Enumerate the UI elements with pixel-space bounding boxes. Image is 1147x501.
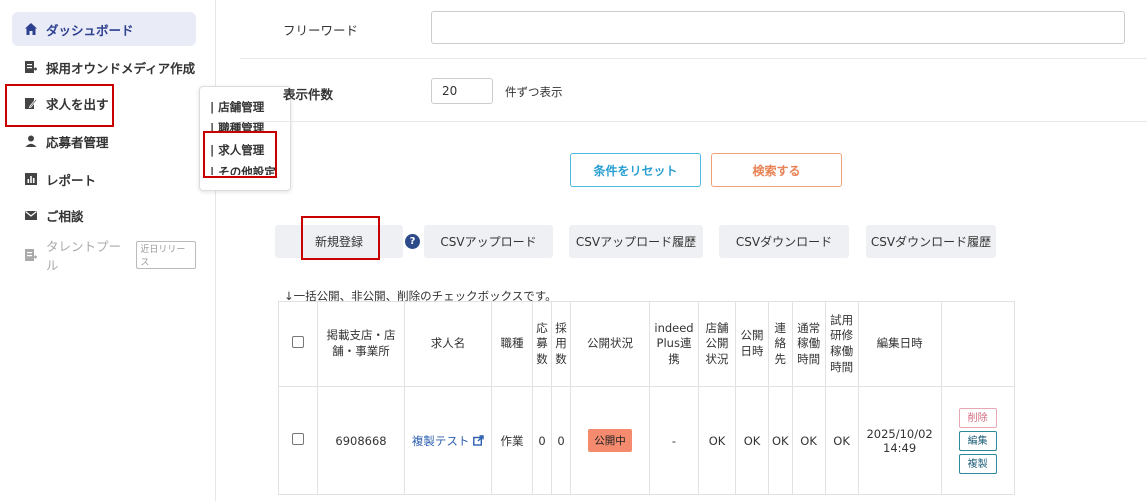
col-status: 公開状況: [570, 301, 650, 387]
jobs-table: 掲載支店・店舗・事業所 求人名 職種 応募数 採用数 公開状況 indeed P…: [278, 301, 1015, 495]
row-checkbox-cell: [278, 386, 318, 495]
table-header-row: 掲載支店・店舗・事業所 求人名 職種 応募数 採用数 公開状況 indeed P…: [278, 301, 1015, 387]
external-link-icon[interactable]: [473, 434, 484, 448]
cell-store-status: OK: [698, 386, 736, 495]
freeword-label: フリーワード: [283, 23, 359, 38]
sidebar-item-post-job[interactable]: 求人を出す: [12, 86, 196, 120]
edit-date: 2025/10/02: [866, 426, 933, 441]
table-row: 6908668 複製テスト 作業 0 0 公開中 - OK OK OK OK O…: [278, 386, 1015, 495]
freeword-input[interactable]: [431, 11, 1125, 44]
edit-time: 14:49: [883, 440, 917, 455]
col-normal-hours: 通常稼働時間: [791, 301, 826, 387]
copy-button[interactable]: 複製: [958, 453, 997, 474]
sidebar-item-media[interactable]: 採用オウンドメディア作成: [12, 50, 196, 84]
col-actions: [940, 301, 1015, 387]
edit-button[interactable]: 編集: [958, 430, 997, 451]
row-checkbox[interactable]: [292, 433, 304, 445]
search-button[interactable]: 検索する: [711, 153, 842, 187]
mail-icon: [24, 208, 38, 222]
cell-job-name: 複製テスト: [404, 386, 492, 495]
col-trial-hours: 試用研修稼働時間: [824, 301, 859, 387]
sidebar-item-talent-pool: タレントプール 近日リリース: [12, 238, 196, 273]
sidebar-item-applicants[interactable]: 応募者管理: [12, 124, 196, 158]
media-icon: [24, 60, 38, 74]
home-icon: [24, 22, 38, 36]
sidebar-item-label: タレントプール: [46, 239, 122, 273]
count-label: 表示件数: [283, 87, 334, 102]
csv-upload-history-button[interactable]: CSVアップロード履歴: [569, 225, 703, 258]
status-badge[interactable]: 公開中: [588, 429, 632, 452]
col-contact: 連絡先: [768, 301, 793, 387]
talent-icon: [24, 248, 38, 262]
submenu-item-other[interactable]: | その他設定: [210, 164, 276, 175]
col-applies: 応募数: [532, 301, 552, 387]
col-category: 職種: [491, 301, 533, 387]
chart-icon: [24, 172, 38, 186]
sidebar: ダッシュボード 採用オウンドメディア作成 求人を出す 応募者管理 レポート ご相…: [0, 0, 216, 501]
sidebar-item-label: ダッシュボード: [46, 22, 134, 38]
col-job-name: 求人名: [404, 301, 492, 387]
cell-normal-hours: OK: [791, 386, 826, 495]
sidebar-item-dashboard[interactable]: ダッシュボード: [12, 12, 196, 46]
col-store: 掲載支店・店舗・事業所: [317, 301, 405, 387]
sidebar-item-report[interactable]: レポート: [12, 162, 196, 196]
sidebar-item-label: ご相談: [46, 208, 84, 224]
reset-button[interactable]: 条件をリセット: [570, 153, 701, 187]
help-icon[interactable]: ?: [405, 234, 420, 249]
pen-icon: [24, 96, 38, 110]
cell-edit-date: 2025/10/02 14:49: [857, 386, 942, 495]
divider: [240, 58, 1147, 59]
cell-hires: 0: [551, 386, 571, 495]
new-button[interactable]: 新規登録: [275, 225, 403, 258]
cell-actions: 削除 編集 複製: [940, 386, 1015, 495]
person-icon: [24, 134, 38, 148]
submenu-item-jobs[interactable]: | 求人管理: [210, 142, 264, 158]
select-all-checkbox[interactable]: [292, 335, 304, 348]
cell-store: 6908668: [317, 386, 405, 495]
job-name-link[interactable]: 複製テスト: [412, 434, 470, 448]
col-hires: 採用数: [551, 301, 571, 387]
delete-button[interactable]: 削除: [958, 407, 997, 428]
csv-download-button[interactable]: CSVダウンロード: [719, 225, 849, 258]
divider: [240, 121, 1147, 122]
coming-soon-badge: 近日リリース: [136, 241, 196, 269]
csv-download-history-button[interactable]: CSVダウンロード履歴: [866, 225, 996, 258]
count-suffix: 件ずつ表示: [505, 85, 563, 99]
sidebar-item-consult[interactable]: ご相談: [12, 198, 196, 232]
sidebar-item-label: 採用オウンドメディア作成: [46, 60, 196, 76]
cell-applies: 0: [532, 386, 552, 495]
col-store-status: 店舗公開状況: [698, 301, 736, 387]
cell-status: 公開中: [570, 386, 650, 495]
sidebar-item-label: 求人を出す: [46, 96, 109, 112]
cell-contact: OK: [768, 386, 793, 495]
select-all-cell: [278, 301, 318, 387]
col-edit-date: 編集日時: [857, 301, 942, 387]
submenu-item-store[interactable]: | 店舗管理: [210, 99, 264, 115]
job-submenu: | 店舗管理 | 職種管理 | 求人管理 | その他設定: [199, 86, 291, 191]
sidebar-item-label: 応募者管理: [46, 134, 109, 150]
cell-indeed: -: [649, 386, 699, 495]
cell-trial-hours: OK: [824, 386, 859, 495]
col-indeed: indeed Plus連携: [649, 301, 699, 387]
cell-category: 作業: [491, 386, 533, 495]
cell-publish-date: OK: [735, 386, 769, 495]
sidebar-item-label: レポート: [46, 172, 97, 188]
count-input[interactable]: 20: [431, 78, 493, 104]
csv-upload-button[interactable]: CSVアップロード: [424, 225, 553, 258]
col-publish-date: 公開日時: [735, 301, 769, 387]
